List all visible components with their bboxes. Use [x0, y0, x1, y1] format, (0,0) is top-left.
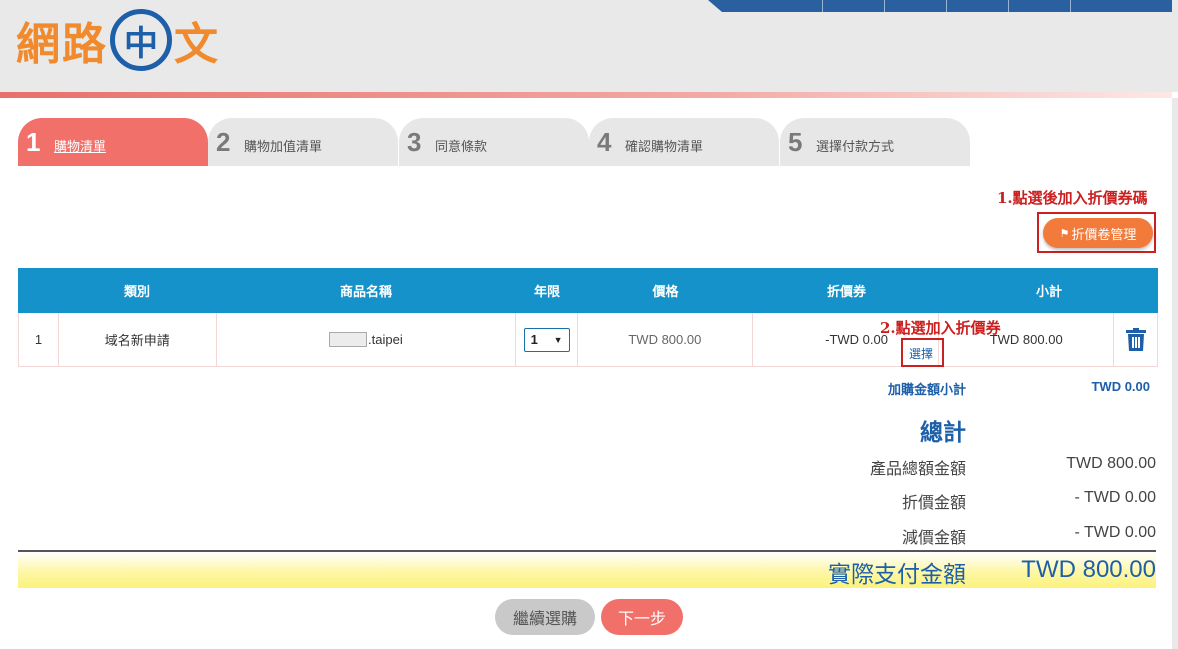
top-nav-item[interactable]	[1008, 0, 1070, 12]
final-amount-band	[18, 552, 1156, 588]
step-label: 購物加值清單	[244, 138, 323, 154]
header-discount: 折價券	[826, 284, 866, 299]
header-subtotal: 小計	[1035, 284, 1062, 299]
step-terms[interactable]: 3 同意條款	[399, 118, 589, 166]
logo-text-part3: 文	[174, 19, 218, 70]
discount-total-label: 折價金額	[901, 495, 966, 512]
row-price: TWD 800.00	[578, 313, 753, 366]
site-logo[interactable]: 網路 中 文	[16, 4, 218, 76]
reduce-total-label: 減價金額	[901, 530, 966, 547]
header-price: 價格	[652, 284, 679, 299]
annotation-choose-coupon: 2.點選加入折價券	[880, 319, 1001, 337]
top-nav-bar	[708, 0, 1172, 12]
step-number: 5	[788, 126, 803, 157]
header-years: 年限	[533, 284, 560, 299]
final-amount-value: TWD 800.00	[1021, 556, 1156, 583]
row-years: 1 ▼	[516, 313, 579, 366]
totals-title: 總計	[920, 420, 966, 446]
step-number: 1	[26, 126, 41, 157]
coupon-manage-label: 折價卷管理	[1071, 226, 1137, 242]
page-edge	[1172, 98, 1178, 649]
top-nav-item[interactable]	[884, 0, 946, 12]
years-select-value: 1	[530, 332, 538, 347]
addon-subtotal-value: TWD 0.00	[1091, 379, 1150, 394]
step-confirm[interactable]: 4 確認購物清單	[589, 118, 779, 166]
continue-shopping-button[interactable]: 繼續選購	[495, 599, 595, 635]
product-total-label: 產品總額金額	[869, 461, 966, 478]
row-index: 1	[19, 313, 59, 366]
logo-text-part2: 中	[124, 23, 158, 64]
row-category: 域名新申請	[59, 313, 217, 366]
annotation-coupon-button: 1.點選後加入折價券碼	[997, 189, 1148, 207]
step-label: 確認購物清單	[625, 138, 704, 154]
choose-coupon-link[interactable]: 選擇	[909, 345, 933, 362]
header-product: 商品名稱	[339, 284, 392, 299]
step-number: 3	[407, 126, 422, 157]
row-product: .taipei	[217, 313, 517, 366]
next-step-button[interactable]: 下一步	[601, 599, 683, 635]
step-label: 同意條款	[435, 138, 488, 154]
step-addons[interactable]: 2 購物加值清單	[208, 118, 398, 166]
reduce-total-value: - TWD 0.00	[1074, 524, 1157, 541]
flag-icon: ⚑	[1059, 227, 1070, 240]
step-label: 購物清單	[54, 138, 107, 154]
final-amount-label: 實際支付金額	[828, 562, 966, 588]
step-number: 4	[597, 126, 612, 157]
addon-subtotal-label: 加購金額小計	[887, 382, 966, 397]
table-header: 類別 商品名稱 年限 價格 折價券 小計	[18, 268, 1158, 313]
step-cart[interactable]: 1 購物清單	[18, 118, 208, 166]
step-label: 選擇付款方式	[816, 138, 895, 154]
top-nav-item[interactable]	[1070, 0, 1172, 12]
logo-text-part1: 網路	[16, 19, 108, 70]
discount-total-value: - TWD 0.00	[1074, 489, 1157, 506]
trash-icon[interactable]	[1125, 327, 1147, 352]
masked-domain-name	[329, 332, 368, 347]
domain-suffix: .taipei	[368, 332, 403, 347]
row-delete[interactable]	[1114, 313, 1157, 366]
checkout-steps: 1 購物清單 2 購物加值清單 3 同意條款 4 確認購物清單 5 選擇付款方式	[18, 118, 978, 166]
top-nav-item[interactable]	[946, 0, 1008, 12]
header-category: 類別	[123, 284, 150, 299]
header-divider	[0, 92, 1172, 98]
logo-circle-icon: 中	[110, 9, 172, 71]
dropdown-arrow-icon: ▼	[553, 334, 563, 345]
product-total-value: TWD 800.00	[1066, 455, 1156, 472]
step-number: 2	[216, 126, 231, 157]
years-select[interactable]: 1 ▼	[523, 327, 570, 352]
top-nav-item[interactable]	[822, 0, 884, 12]
coupon-manage-button[interactable]: ⚑ 折價卷管理	[1043, 218, 1153, 248]
row-discount-value: -TWD 0.00	[825, 332, 888, 347]
header-blank	[18, 268, 58, 313]
step-payment[interactable]: 5 選擇付款方式	[780, 118, 970, 166]
